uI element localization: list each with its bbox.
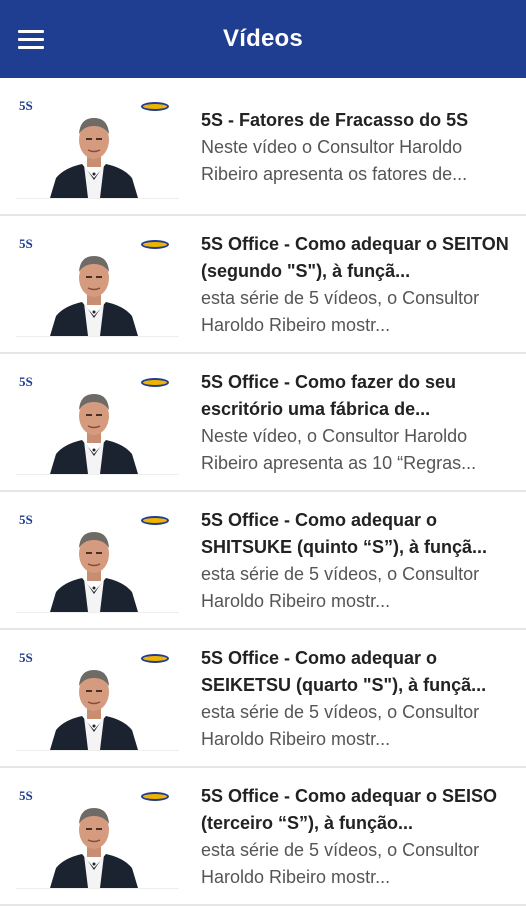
video-title: 5S Office - Como adequar o SEITON (segun… <box>201 234 509 281</box>
page-title: Vídeos <box>223 25 303 52</box>
video-text: 5S Office - Como fazer do seu escritório… <box>201 367 512 477</box>
presenter-image <box>50 807 138 888</box>
video-thumbnail[interactable]: 5S <box>16 231 179 337</box>
video-title: 5S Office - Como adequar o SEISO (tercei… <box>201 786 498 833</box>
video-description: esta série de 5 vídeos, o Consultor Haro… <box>201 564 480 611</box>
thumbnail-logo-text: 5S <box>19 649 33 665</box>
video-title: 5S - Fatores de Fracasso do 5S <box>201 109 469 130</box>
video-thumbnail[interactable]: 5S <box>16 93 179 199</box>
presenter-image <box>50 531 138 612</box>
video-list: 5S 5S - Fatores de Fracasso do 5S Neste … <box>0 78 526 906</box>
video-list-item[interactable]: 5S 5S Office - Como adequar o SEITON (se… <box>0 216 526 354</box>
brand-logo-icon <box>141 791 169 801</box>
video-text: 5S Office - Como adequar o SEISO (tercei… <box>201 781 512 891</box>
video-text: 5S Office - Como adequar o SEITON (segun… <box>201 229 512 339</box>
presenter-image <box>50 669 138 750</box>
video-list-item[interactable]: 5S 5S - Fatores de Fracasso do 5S Neste … <box>0 78 526 216</box>
video-text: 5S - Fatores de Fracasso do 5S Neste víd… <box>201 105 512 188</box>
video-text: 5S Office - Como adequar o SHITSUKE (qui… <box>201 505 512 615</box>
thumbnail-logo-text: 5S <box>19 511 33 527</box>
brand-logo-icon <box>141 101 169 111</box>
brand-logo-icon <box>141 653 169 663</box>
brand-logo-icon <box>141 377 169 387</box>
video-description: esta série de 5 vídeos, o Consultor Haro… <box>201 702 480 749</box>
brand-logo-icon <box>141 239 169 249</box>
video-description: esta série de 5 vídeos, o Consultor Haro… <box>201 840 480 887</box>
video-list-item[interactable]: 5S 5S Office - Como fazer do seu escritó… <box>0 354 526 492</box>
presenter-image <box>50 393 138 474</box>
presenter-image <box>50 255 138 336</box>
video-list-item[interactable]: 5S 5S Office - Como adequar o SEIKETSU (… <box>0 630 526 768</box>
video-thumbnail[interactable]: 5S <box>16 507 179 613</box>
thumbnail-logo-text: 5S <box>19 373 33 389</box>
video-thumbnail[interactable]: 5S <box>16 369 179 475</box>
video-title: 5S Office - Como adequar o SHITSUKE (qui… <box>201 510 488 557</box>
video-description: Neste vídeo, o Consultor Haroldo Ribeiro… <box>201 426 477 473</box>
video-thumbnail[interactable]: 5S <box>16 783 179 889</box>
video-description: Neste vídeo o Consultor Haroldo Ribeiro … <box>201 136 468 184</box>
video-list-item[interactable]: 5S 5S Office - Como adequar o SEISO (ter… <box>0 768 526 906</box>
video-title: 5S Office - Como adequar o SEIKETSU (qua… <box>201 648 487 695</box>
presenter-image <box>50 117 138 198</box>
thumbnail-logo-text: 5S <box>19 787 33 803</box>
video-title: 5S Office - Como fazer do seu escritório… <box>201 372 457 419</box>
video-list-item[interactable]: 5S 5S Office - Como adequar o SHITSUKE (… <box>0 492 526 630</box>
video-description: esta série de 5 vídeos, o Consultor Haro… <box>201 288 480 335</box>
video-text: 5S Office - Como adequar o SEIKETSU (qua… <box>201 643 512 753</box>
brand-logo-icon <box>141 515 169 525</box>
app-bar: Vídeos <box>0 0 526 78</box>
thumbnail-logo-text: 5S <box>19 235 33 251</box>
thumbnail-logo-text: 5S <box>19 97 33 113</box>
video-thumbnail[interactable]: 5S <box>16 645 179 751</box>
